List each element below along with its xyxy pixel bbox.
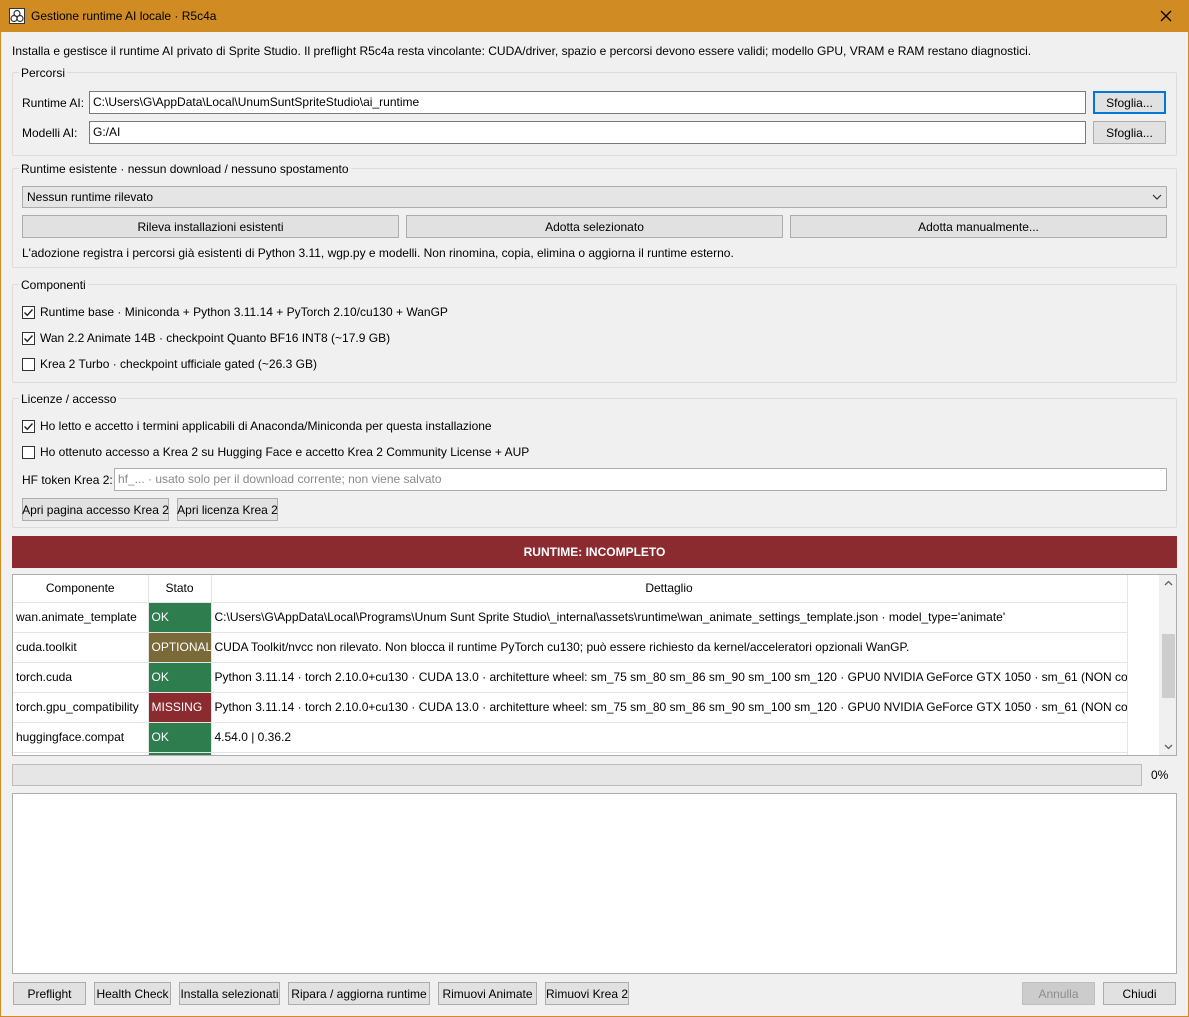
cell-detail: Python 3.11.14 · torch 2.10.0+cu130 · CU…: [211, 692, 1128, 723]
checkmark-icon: [24, 422, 34, 430]
table-row[interactable]: huggingface.compat OK 4.54.0 | 0.36.2: [13, 722, 1128, 753]
log-output[interactable]: [12, 793, 1177, 974]
remove-animate-button[interactable]: Rimuovi Animate: [438, 982, 537, 1005]
scroll-up-icon[interactable]: [1163, 578, 1174, 589]
cell-detail: [211, 752, 1128, 755]
status-badge: OK: [148, 602, 212, 633]
table-row[interactable]: wan.animate_template OK C:\Users\G\AppDa…: [13, 602, 1128, 633]
cancel-button[interactable]: Annulla: [1022, 982, 1095, 1005]
checkmark-icon: [24, 334, 34, 342]
runtime-path-input[interactable]: C:\Users\G\AppData\Local\UnumSuntSpriteS…: [89, 91, 1086, 114]
component-runtime-base-checkbox[interactable]: Runtime base · Miniconda + Python 3.11.1…: [22, 305, 448, 319]
adopt-manual-button[interactable]: Adotta manualmente...: [790, 215, 1167, 238]
accept-anaconda-checkbox[interactable]: Ho letto e accetto i termini applicabili…: [22, 419, 492, 433]
cell-detail: CUDA Toolkit/nvcc non rilevato. Non bloc…: [211, 632, 1128, 663]
checkbox-label: Wan 2.2 Animate 14B · checkpoint Quanto …: [40, 331, 391, 345]
detect-installations-button[interactable]: Rileva installazioni esistenti: [22, 215, 399, 238]
health-check-button[interactable]: Health Check: [94, 982, 171, 1005]
open-krea-license-button[interactable]: Apri licenza Krea 2: [177, 498, 278, 521]
checkbox-label: Runtime base · Miniconda + Python 3.11.1…: [40, 305, 448, 319]
column-header-component[interactable]: Componente: [13, 575, 149, 603]
checkbox-box: [22, 419, 35, 433]
table-header-row: Componente Stato Dettaglio: [13, 575, 1128, 603]
chevron-down-icon: [1152, 194, 1162, 200]
install-selected-button[interactable]: Installa selezionati: [179, 982, 280, 1005]
app-icon: [9, 8, 25, 24]
title-bar: Gestione runtime AI locale · R5c4a: [0, 0, 1189, 32]
column-header-detail[interactable]: Dettaglio: [211, 575, 1128, 603]
checkbox-label: Ho ottenuto accesso a Krea 2 su Hugging …: [40, 445, 530, 459]
table-row[interactable]: torch.gpu_compatibility MISSING Python 3…: [13, 692, 1128, 723]
table-row[interactable]: cuda.toolkit OPTIONAL CUDA Toolkit/nvcc …: [13, 632, 1128, 663]
status-badge: OK: [148, 722, 212, 753]
window-title: Gestione runtime AI locale · R5c4a: [31, 9, 217, 23]
adoption-note: L'adozione registra i percorsi già esist…: [22, 246, 734, 260]
runtime-select[interactable]: Nessun runtime rilevato: [22, 186, 1167, 208]
component-wan-animate-checkbox[interactable]: Wan 2.2 Animate 14B · checkpoint Quanto …: [22, 331, 390, 345]
checkbox-label: Ho letto e accetto i termini applicabili…: [40, 419, 492, 433]
cell-detail: C:\Users\G\AppData\Local\Programs\Unum S…: [211, 602, 1128, 633]
status-badge: OK: [148, 662, 212, 693]
open-krea-access-button[interactable]: Apri pagina accesso Krea 2: [22, 498, 169, 521]
table-row[interactable]: OK: [13, 752, 1128, 755]
window-close-button[interactable]: [1143, 0, 1189, 32]
scrollbar-thumb[interactable]: [1162, 634, 1175, 698]
cell-detail: 4.54.0 | 0.36.2: [211, 722, 1128, 753]
close-icon: [1160, 10, 1172, 22]
component-krea-checkbox[interactable]: Krea 2 Turbo · checkpoint ufficiale gate…: [22, 357, 317, 371]
runtime-status-banner: RUNTIME: INCOMPLETO: [12, 536, 1177, 568]
cell-component: torch.gpu_compatibility: [13, 692, 149, 723]
existing-runtime-group-title: Runtime esistente · nessun download / ne…: [19, 162, 351, 176]
preflight-button[interactable]: Preflight: [13, 982, 86, 1005]
runtime-browse-button[interactable]: Sfoglia...: [1093, 91, 1166, 114]
cell-component: cuda.toolkit: [13, 632, 149, 663]
status-badge: OK: [148, 752, 212, 755]
column-header-status[interactable]: Stato: [148, 575, 212, 603]
checkbox-box: [22, 445, 35, 459]
adopt-selected-button[interactable]: Adotta selezionato: [406, 215, 783, 238]
component-status-table[interactable]: Componente Stato Dettaglio wan.animate_t…: [12, 574, 1177, 756]
install-progress-bar: [12, 764, 1142, 786]
cell-component: [13, 752, 149, 755]
description-text: Installa e gestisce il runtime AI privat…: [12, 44, 1032, 58]
hf-token-input[interactable]: hf_... · usato solo per il download corr…: [114, 468, 1167, 491]
table-row[interactable]: torch.cuda OK Python 3.11.14 · torch 2.1…: [13, 662, 1128, 693]
status-badge: MISSING: [148, 692, 212, 723]
runtime-path-label: Runtime AI:: [22, 96, 85, 110]
cell-component: torch.cuda: [13, 662, 149, 693]
checkbox-label: Krea 2 Turbo · checkpoint ufficiale gate…: [40, 357, 317, 371]
accept-krea-checkbox[interactable]: Ho ottenuto accesso a Krea 2 su Hugging …: [22, 445, 529, 459]
remove-krea-button[interactable]: Rimuovi Krea 2: [545, 982, 629, 1005]
checkbox-box: [22, 305, 35, 319]
paths-group-title: Percorsi: [19, 66, 68, 80]
checkbox-box: [22, 331, 35, 345]
close-button[interactable]: Chiudi: [1103, 982, 1176, 1005]
cell-detail: Python 3.11.14 · torch 2.10.0+cu130 · CU…: [211, 662, 1128, 693]
models-path-input[interactable]: G:/AI: [89, 121, 1086, 144]
cell-component: wan.animate_template: [13, 602, 149, 633]
progress-percent: 0%: [1151, 768, 1169, 782]
checkbox-box: [22, 357, 35, 371]
status-badge: OPTIONAL: [148, 632, 212, 663]
runtime-select-value: Nessun runtime rilevato: [27, 190, 154, 204]
table-vertical-scrollbar[interactable]: [1159, 575, 1176, 755]
licenses-group-title: Licenze / accesso: [19, 392, 119, 406]
cell-component: huggingface.compat: [13, 722, 149, 753]
checkmark-icon: [24, 308, 34, 316]
models-path-label: Modelli AI:: [22, 126, 78, 140]
hf-token-label: HF token Krea 2:: [22, 473, 113, 487]
components-group-title: Componenti: [19, 278, 88, 292]
repair-update-button[interactable]: Ripara / aggiorna runtime: [288, 982, 430, 1005]
models-browse-button[interactable]: Sfoglia...: [1093, 121, 1166, 144]
scroll-down-icon[interactable]: [1163, 741, 1174, 752]
